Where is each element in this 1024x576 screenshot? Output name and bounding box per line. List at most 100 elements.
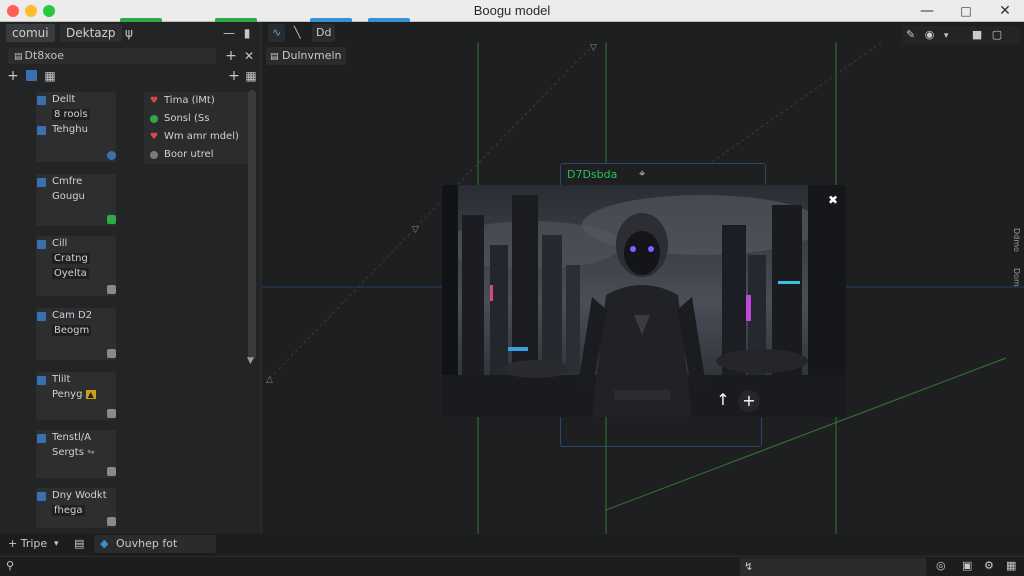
grey-dot-icon [150, 151, 158, 159]
heart-icon: ♥ [150, 132, 159, 142]
dropdown-icon[interactable]: ▾ [944, 31, 949, 41]
expand-icon[interactable]: ⌖ [639, 167, 645, 181]
fullscreen-icon[interactable]: ✖ [828, 193, 838, 207]
add-icon[interactable]: + [224, 49, 238, 63]
node-text: fhega [52, 505, 85, 516]
maximize-icon[interactable]: □ [957, 2, 975, 20]
split-icon[interactable]: ╲ [290, 24, 305, 42]
node-square-icon [37, 434, 46, 443]
wave-icon[interactable]: ∿ [268, 24, 286, 42]
eye-icon[interactable]: ◉ [925, 28, 935, 41]
add-node-icon[interactable]: + [6, 69, 20, 83]
node-text: Cill [52, 238, 68, 249]
group-header[interactable]: D7Dsbda ⌖ [560, 163, 766, 185]
property-row[interactable]: ♥ Tima (lMt) [144, 92, 248, 110]
property-row[interactable]: Sonsl (Ss [144, 110, 248, 128]
property-label: Tima (lMt) [164, 95, 215, 106]
diamond-icon: ◆ [100, 537, 109, 550]
search-input[interactable]: ▤ Dt8xoe [8, 48, 216, 64]
node-text: Gougu [52, 191, 85, 202]
node-line: Tehghu [36, 122, 116, 137]
green-dot-icon [150, 115, 158, 123]
status-field[interactable]: ↯ [740, 558, 926, 576]
node-text: Dny Wodkt [52, 490, 107, 501]
node-card[interactable]: Tlilt Penyg ▲ [36, 372, 116, 420]
chevron-down-icon[interactable]: ▾ [54, 535, 59, 553]
camera-icon[interactable]: ▣ [962, 557, 972, 575]
node-line: Cmfre [36, 174, 116, 189]
node-square-icon [37, 376, 46, 385]
filter-icon[interactable]: ψ [122, 26, 136, 40]
left-panel: comui Dektazp ψ — ▮ ▤ Dt8xoe + ✕ + ▦ + ▦ … [0, 22, 262, 534]
node-square-icon [37, 126, 46, 135]
tab-comui[interactable]: comui [6, 24, 55, 42]
property-row[interactable]: ♥ Wm amr mdel) [144, 128, 248, 146]
node-line: Beogm [36, 323, 116, 338]
scrollbar[interactable] [248, 90, 256, 360]
status-dot [107, 349, 116, 358]
minimize-icon[interactable]: — [918, 2, 936, 20]
close-search-icon[interactable]: ✕ [242, 49, 256, 63]
grid-icon[interactable]: ▦ [1006, 557, 1016, 575]
node-line: Dny Wodkt [36, 488, 116, 503]
right-label: Ddmo [1012, 228, 1021, 252]
gear-icon[interactable]: ⚙ [984, 557, 994, 575]
status-dot [107, 517, 116, 526]
grid-icon[interactable]: ▦ [43, 69, 57, 83]
upload-icon[interactable]: ↑ [712, 389, 734, 411]
right-label: Dom [1012, 268, 1021, 287]
node-line: Tlilt [36, 372, 116, 387]
node-card[interactable]: Dny Wodkt fhega [36, 488, 116, 528]
note-icon[interactable]: ✎ [906, 28, 915, 41]
triangle-marker-icon: ▽ [412, 225, 419, 235]
breadcrumb-label: Dulnvmeln [282, 49, 342, 62]
status-dot [107, 409, 116, 418]
add-property-icon[interactable]: + [227, 69, 241, 83]
node-card[interactable]: Cill Cratng Oyelta [36, 236, 116, 296]
left-panel-tabs: comui Dektazp ψ — ▮ [0, 22, 262, 44]
close-icon[interactable]: ✕ [996, 2, 1014, 20]
add-type-button[interactable]: + Tripe [8, 535, 47, 553]
tab-dd[interactable]: Dd [312, 24, 336, 42]
canvas-right-tools: ✎ ◉ ▾ ■ ▢ [902, 26, 1020, 44]
node-card[interactable]: Tenstl/A Sergts ↬ [36, 430, 116, 478]
lock-icon[interactable]: ■ [972, 28, 982, 41]
node-card[interactable]: Cam D2 Beogm [36, 308, 116, 360]
node-text: Tenstl/A [52, 432, 92, 443]
heart-icon: ♥ [150, 96, 159, 106]
node-text: Dellt [52, 94, 76, 105]
node-card[interactable]: Cmfre Gougu [36, 174, 116, 226]
search-icon[interactable]: ⚲ [6, 557, 14, 575]
scroll-down-icon[interactable]: ▼ [247, 356, 254, 366]
status-dot [107, 467, 116, 476]
node-line: Gougu [36, 189, 116, 204]
node-square-icon [37, 240, 46, 249]
collapse-icon[interactable]: — [222, 26, 236, 40]
node-line: Cam D2 [36, 308, 116, 323]
node-text: Cmfre [52, 176, 83, 187]
target-icon[interactable]: ◎ [936, 557, 946, 575]
node-text: Penyg [52, 389, 83, 400]
node-square-icon [37, 492, 46, 501]
grid-view-icon[interactable]: ▦ [244, 69, 258, 83]
keyboard-icon[interactable]: ▤ [74, 535, 84, 553]
pin-icon[interactable]: ▮ [240, 26, 254, 40]
property-row[interactable]: Boor utrel [144, 146, 248, 164]
node-text: Cratng [52, 253, 90, 264]
bottom-bar: + Tripe ▾ ▤ ◆ Ouvhep fot [0, 534, 1024, 554]
breadcrumb[interactable]: ▤ Dulnvmeln [266, 47, 346, 65]
output-field[interactable]: ◆ Ouvhep fot [94, 535, 216, 553]
add-image-button[interactable]: + [738, 390, 760, 412]
node-square-icon [37, 312, 46, 321]
tab-desktop[interactable]: Dektazp [60, 24, 122, 42]
settings-icon[interactable]: ▢ [992, 28, 1002, 41]
window-title: Boogu model [473, 3, 551, 18]
node-text: Beogm [52, 325, 92, 336]
title-bar: Boogu model — □ ✕ [0, 0, 1024, 22]
image-preview[interactable]: ✖ ↑ + [442, 185, 846, 417]
node-color-icon[interactable] [26, 70, 37, 81]
node-card[interactable]: Dellt 8 rools Tehghu [36, 92, 116, 162]
document-icon: ▤ [270, 52, 279, 62]
node-square-icon [37, 178, 46, 187]
node-line: Penyg ▲ [36, 387, 116, 402]
